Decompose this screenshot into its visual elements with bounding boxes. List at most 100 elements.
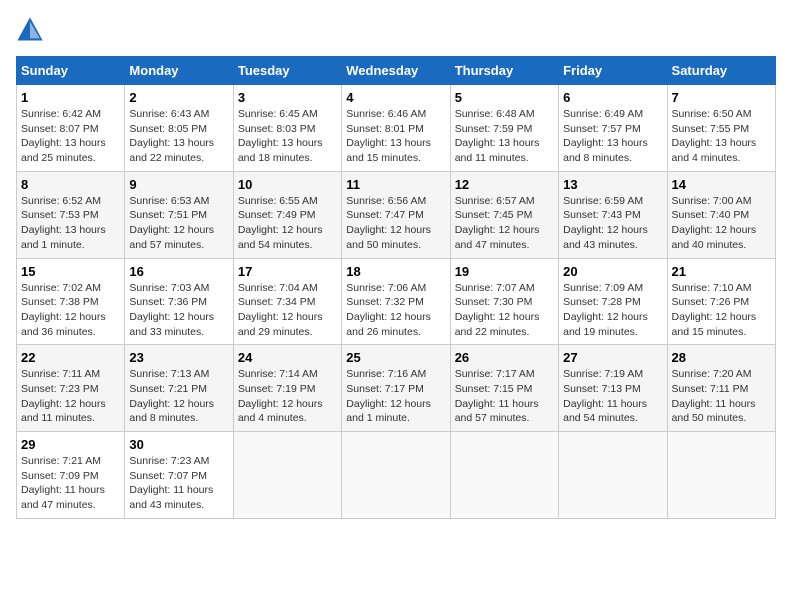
day-info: Sunrise: 7:03 AMSunset: 7:36 PMDaylight:… bbox=[129, 281, 228, 340]
day-number: 5 bbox=[455, 90, 554, 105]
logo-icon bbox=[16, 16, 44, 44]
day-info: Sunrise: 7:07 AMSunset: 7:30 PMDaylight:… bbox=[455, 281, 554, 340]
calendar-cell bbox=[450, 432, 558, 519]
day-number: 22 bbox=[21, 350, 120, 365]
calendar-cell: 1 Sunrise: 6:42 AMSunset: 8:07 PMDaylight… bbox=[17, 85, 125, 172]
day-number: 24 bbox=[238, 350, 337, 365]
day-info: Sunrise: 7:17 AMSunset: 7:15 PMDaylight:… bbox=[455, 367, 554, 426]
header-day: Tuesday bbox=[233, 57, 341, 85]
calendar-cell: 5 Sunrise: 6:48 AMSunset: 7:59 PMDaylight… bbox=[450, 85, 558, 172]
day-info: Sunrise: 7:14 AMSunset: 7:19 PMDaylight:… bbox=[238, 367, 337, 426]
calendar-week-row: 22 Sunrise: 7:11 AMSunset: 7:23 PMDayligh… bbox=[17, 345, 776, 432]
calendar-cell: 10 Sunrise: 6:55 AMSunset: 7:49 PMDayligh… bbox=[233, 171, 341, 258]
day-number: 10 bbox=[238, 177, 337, 192]
calendar-cell: 30Sunrise: 7:23 AMSunset: 7:07 PMDayligh… bbox=[125, 432, 233, 519]
calendar-cell: 9 Sunrise: 6:53 AMSunset: 7:51 PMDaylight… bbox=[125, 171, 233, 258]
day-number: 8 bbox=[21, 177, 120, 192]
day-info: Sunrise: 6:42 AMSunset: 8:07 PMDaylight:… bbox=[21, 107, 120, 166]
day-number: 15 bbox=[21, 264, 120, 279]
calendar-week-row: 15Sunrise: 7:02 AMSunset: 7:38 PMDayligh… bbox=[17, 258, 776, 345]
calendar-cell: 13 Sunrise: 6:59 AMSunset: 7:43 PMDayligh… bbox=[559, 171, 667, 258]
day-info: Sunrise: 6:57 AMSunset: 7:45 PMDaylight:… bbox=[455, 194, 554, 253]
day-number: 6 bbox=[563, 90, 662, 105]
calendar-cell: 15Sunrise: 7:02 AMSunset: 7:38 PMDayligh… bbox=[17, 258, 125, 345]
calendar-cell bbox=[559, 432, 667, 519]
calendar-cell: 7Sunrise: 6:50 AMSunset: 7:55 PMDaylight… bbox=[667, 85, 775, 172]
calendar-header: SundayMondayTuesdayWednesdayThursdayFrid… bbox=[17, 57, 776, 85]
day-info: Sunrise: 7:11 AMSunset: 7:23 PMDaylight:… bbox=[21, 367, 120, 426]
header-day: Sunday bbox=[17, 57, 125, 85]
day-info: Sunrise: 6:56 AMSunset: 7:47 PMDaylight:… bbox=[346, 194, 445, 253]
calendar-cell: 22 Sunrise: 7:11 AMSunset: 7:23 PMDayligh… bbox=[17, 345, 125, 432]
calendar-cell: 19 Sunrise: 7:07 AMSunset: 7:30 PMDayligh… bbox=[450, 258, 558, 345]
day-number: 4 bbox=[346, 90, 445, 105]
day-number: 16 bbox=[129, 264, 228, 279]
header-day: Friday bbox=[559, 57, 667, 85]
day-info: Sunrise: 6:59 AMSunset: 7:43 PMDaylight:… bbox=[563, 194, 662, 253]
header-day: Saturday bbox=[667, 57, 775, 85]
day-info: Sunrise: 7:16 AMSunset: 7:17 PMDaylight:… bbox=[346, 367, 445, 426]
day-info: Sunrise: 7:00 AMSunset: 7:40 PMDaylight:… bbox=[672, 194, 771, 253]
day-number: 20 bbox=[563, 264, 662, 279]
header-day: Wednesday bbox=[342, 57, 450, 85]
day-info: Sunrise: 7:19 AMSunset: 7:13 PMDaylight:… bbox=[563, 367, 662, 426]
day-info: Sunrise: 7:10 AMSunset: 7:26 PMDaylight:… bbox=[672, 281, 771, 340]
day-number: 1 bbox=[21, 90, 120, 105]
day-info: Sunrise: 6:55 AMSunset: 7:49 PMDaylight:… bbox=[238, 194, 337, 253]
day-info: Sunrise: 7:13 AMSunset: 7:21 PMDaylight:… bbox=[129, 367, 228, 426]
calendar-cell bbox=[667, 432, 775, 519]
calendar-cell: 21 Sunrise: 7:10 AMSunset: 7:26 PMDayligh… bbox=[667, 258, 775, 345]
day-info: Sunrise: 7:06 AMSunset: 7:32 PMDaylight:… bbox=[346, 281, 445, 340]
day-number: 26 bbox=[455, 350, 554, 365]
day-info: Sunrise: 6:52 AMSunset: 7:53 PMDaylight:… bbox=[21, 194, 120, 253]
calendar-cell: 26 Sunrise: 7:17 AMSunset: 7:15 PMDayligh… bbox=[450, 345, 558, 432]
calendar-cell: 27Sunrise: 7:19 AMSunset: 7:13 PMDayligh… bbox=[559, 345, 667, 432]
day-number: 3 bbox=[238, 90, 337, 105]
day-number: 21 bbox=[672, 264, 771, 279]
day-number: 9 bbox=[129, 177, 228, 192]
calendar-cell: 4 Sunrise: 6:46 AMSunset: 8:01 PMDaylight… bbox=[342, 85, 450, 172]
day-number: 11 bbox=[346, 177, 445, 192]
calendar-cell: 24 Sunrise: 7:14 AMSunset: 7:19 PMDayligh… bbox=[233, 345, 341, 432]
calendar-week-row: 1 Sunrise: 6:42 AMSunset: 8:07 PMDaylight… bbox=[17, 85, 776, 172]
day-number: 17 bbox=[238, 264, 337, 279]
day-info: Sunrise: 7:20 AMSunset: 7:11 PMDaylight:… bbox=[672, 367, 771, 426]
calendar-cell: 25 Sunrise: 7:16 AMSunset: 7:17 PMDayligh… bbox=[342, 345, 450, 432]
logo bbox=[16, 16, 48, 44]
day-number: 14 bbox=[672, 177, 771, 192]
calendar-cell: 6Sunrise: 6:49 AMSunset: 7:57 PMDaylight… bbox=[559, 85, 667, 172]
day-number: 25 bbox=[346, 350, 445, 365]
day-number: 19 bbox=[455, 264, 554, 279]
day-info: Sunrise: 6:43 AMSunset: 8:05 PMDaylight:… bbox=[129, 107, 228, 166]
day-info: Sunrise: 6:46 AMSunset: 8:01 PMDaylight:… bbox=[346, 107, 445, 166]
day-number: 2 bbox=[129, 90, 228, 105]
day-info: Sunrise: 6:53 AMSunset: 7:51 PMDaylight:… bbox=[129, 194, 228, 253]
calendar-table: SundayMondayTuesdayWednesdayThursdayFrid… bbox=[16, 56, 776, 519]
header-day: Thursday bbox=[450, 57, 558, 85]
calendar-cell: 12 Sunrise: 6:57 AMSunset: 7:45 PMDayligh… bbox=[450, 171, 558, 258]
calendar-cell: 23Sunrise: 7:13 AMSunset: 7:21 PMDayligh… bbox=[125, 345, 233, 432]
calendar-cell: 11 Sunrise: 6:56 AMSunset: 7:47 PMDayligh… bbox=[342, 171, 450, 258]
calendar-cell: 20 Sunrise: 7:09 AMSunset: 7:28 PMDayligh… bbox=[559, 258, 667, 345]
day-info: Sunrise: 7:09 AMSunset: 7:28 PMDaylight:… bbox=[563, 281, 662, 340]
day-number: 7 bbox=[672, 90, 771, 105]
header-day: Monday bbox=[125, 57, 233, 85]
day-number: 12 bbox=[455, 177, 554, 192]
calendar-week-row: 8 Sunrise: 6:52 AMSunset: 7:53 PMDaylight… bbox=[17, 171, 776, 258]
calendar-cell bbox=[233, 432, 341, 519]
calendar-cell: 14 Sunrise: 7:00 AMSunset: 7:40 PMDayligh… bbox=[667, 171, 775, 258]
day-info: Sunrise: 6:48 AMSunset: 7:59 PMDaylight:… bbox=[455, 107, 554, 166]
day-number: 18 bbox=[346, 264, 445, 279]
day-info: Sunrise: 6:45 AMSunset: 8:03 PMDaylight:… bbox=[238, 107, 337, 166]
calendar-cell: 16 Sunrise: 7:03 AMSunset: 7:36 PMDayligh… bbox=[125, 258, 233, 345]
day-info: Sunrise: 7:21 AMSunset: 7:09 PMDaylight:… bbox=[21, 454, 120, 513]
calendar-cell: 29 Sunrise: 7:21 AMSunset: 7:09 PMDayligh… bbox=[17, 432, 125, 519]
calendar-week-row: 29 Sunrise: 7:21 AMSunset: 7:09 PMDayligh… bbox=[17, 432, 776, 519]
day-number: 13 bbox=[563, 177, 662, 192]
day-number: 29 bbox=[21, 437, 120, 452]
calendar-cell: 17 Sunrise: 7:04 AMSunset: 7:34 PMDayligh… bbox=[233, 258, 341, 345]
calendar-body: 1 Sunrise: 6:42 AMSunset: 8:07 PMDaylight… bbox=[17, 85, 776, 519]
calendar-cell: 18 Sunrise: 7:06 AMSunset: 7:32 PMDayligh… bbox=[342, 258, 450, 345]
header-row: SundayMondayTuesdayWednesdayThursdayFrid… bbox=[17, 57, 776, 85]
day-info: Sunrise: 7:04 AMSunset: 7:34 PMDaylight:… bbox=[238, 281, 337, 340]
